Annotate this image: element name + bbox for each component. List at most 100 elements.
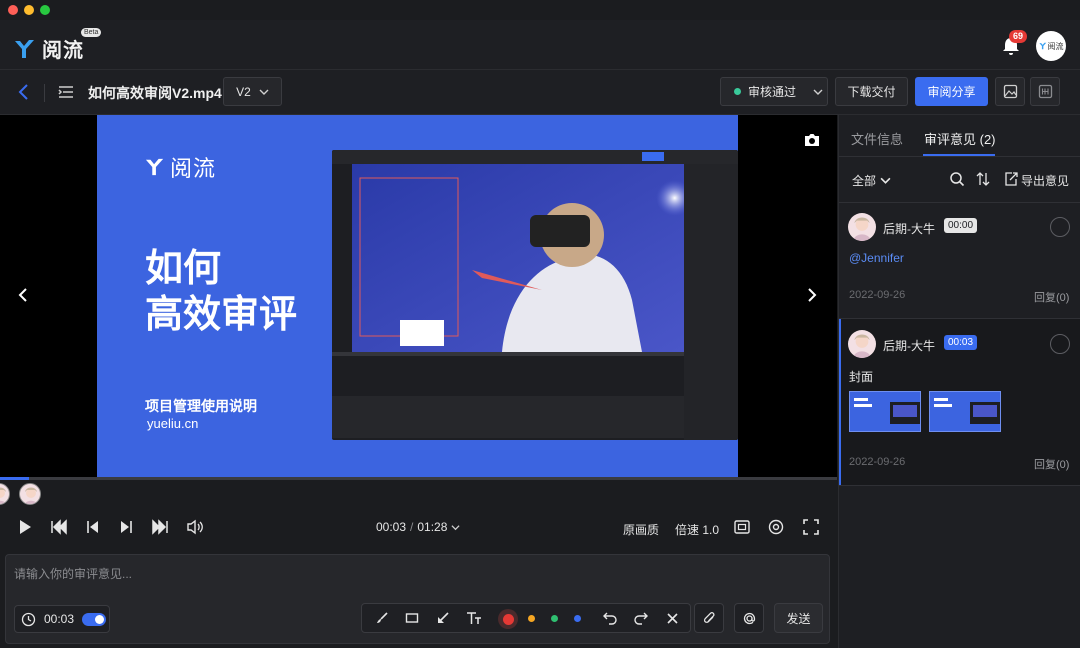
redo-icon	[634, 612, 648, 625]
chevron-down-icon	[451, 524, 460, 530]
next-frame-icon[interactable]	[117, 518, 135, 536]
review-share-button[interactable]: 审阅分享	[915, 77, 988, 106]
undo-button[interactable]	[602, 610, 618, 626]
chevron-down-icon	[259, 89, 269, 95]
camera-icon[interactable]	[803, 131, 821, 149]
rectangle-icon	[405, 613, 419, 623]
comment-timestamp[interactable]: 00:03	[944, 335, 978, 350]
review-side-panel: 文件信息 审评意见 (2) 全部 导出意见 后期-大牛 00:00 @Jenni…	[838, 115, 1080, 648]
paperclip-icon	[703, 611, 715, 623]
redo-button[interactable]	[633, 610, 649, 626]
quality-selector[interactable]: 原画质	[623, 521, 659, 538]
watermark-button[interactable]	[1030, 77, 1060, 106]
version-label: V2	[236, 84, 251, 99]
fullscreen-icon[interactable]	[802, 518, 820, 536]
color-picker-green[interactable]	[551, 615, 558, 622]
toolbar-divider	[44, 84, 45, 102]
back-arrow-icon[interactable]	[14, 82, 34, 102]
status-dot	[734, 88, 741, 95]
comment-card[interactable]: 后期-大牛 00:00 @Jennifer 2022-09-26 回复(0)	[839, 203, 1080, 318]
clock-icon	[21, 612, 36, 626]
status-label: 审核通过	[748, 85, 797, 99]
comment-filter-dropdown[interactable]: 全部	[852, 172, 891, 189]
tab-review-comments[interactable]: 审评意见 (2)	[924, 129, 996, 148]
reply-button[interactable]: 回复(0)	[1034, 289, 1069, 305]
user-avatar[interactable]: 阅流	[1036, 31, 1066, 61]
previous-frame-icon[interactable]	[84, 518, 102, 536]
send-button[interactable]: 发送	[774, 603, 823, 633]
comment-marker-avatar[interactable]	[0, 483, 10, 505]
window-controls	[8, 5, 50, 15]
previous-arrow-icon[interactable]	[15, 287, 31, 303]
comment-input-placeholder[interactable]: 请输入你的审评意见...	[14, 565, 132, 582]
color-picker-orange[interactable]	[528, 615, 535, 622]
file-toolbar: 如何高效审阅V2.mp4 V2 审核通过 下载交付 审阅分享	[0, 70, 1080, 115]
color-picker-blue[interactable]	[574, 615, 581, 622]
rectangle-tool[interactable]	[404, 610, 420, 626]
close-window-button[interactable]	[8, 5, 18, 15]
slide-logo: 阅流	[145, 151, 216, 183]
logo-icon	[15, 39, 34, 58]
slide-title-line2: 高效审评	[145, 292, 298, 336]
export-icon[interactable]	[1003, 171, 1019, 187]
arrow-tool[interactable]	[435, 610, 451, 626]
safe-frame-icon[interactable]	[733, 518, 751, 536]
skip-to-end-icon[interactable]	[151, 518, 169, 536]
export-comments-button[interactable]: 导出意见	[1021, 172, 1069, 189]
time-separator: /	[410, 520, 414, 534]
time-display[interactable]: 00:03 / 01:28	[376, 520, 460, 534]
maximize-window-button[interactable]	[40, 5, 50, 15]
video-viewer[interactable]: 阅流 如何 高效审评 项目管理使用说明 yueliu.cn	[0, 115, 837, 477]
comment-card[interactable]: 后期-大牛 00:03 封面 2022-09-26 回复(0)	[839, 319, 1080, 485]
app-screenshot-illustration	[332, 150, 738, 440]
comment-date: 2022-09-26	[849, 456, 906, 468]
download-deliver-button[interactable]: 下载交付	[835, 77, 908, 106]
comment-marker-avatar[interactable]	[19, 483, 41, 505]
clear-annotations-button[interactable]	[664, 610, 680, 626]
play-icon[interactable]	[16, 518, 34, 536]
settings-icon[interactable]	[767, 518, 785, 536]
logo-icon	[1038, 42, 1046, 50]
skip-to-start-icon[interactable]	[50, 518, 68, 536]
minimize-window-button[interactable]	[24, 5, 34, 15]
comment-text: @Jennifer	[849, 251, 904, 265]
resolve-checkbox[interactable]	[1050, 217, 1070, 237]
image-button[interactable]	[995, 77, 1025, 106]
brush-icon	[377, 612, 388, 623]
volume-icon[interactable]	[186, 518, 204, 536]
attachment-thumbnail[interactable]	[929, 391, 1001, 432]
search-icon[interactable]	[949, 171, 965, 187]
attachment-thumbnail[interactable]	[849, 391, 921, 432]
next-arrow-icon[interactable]	[804, 287, 820, 303]
timestamp-value: 00:03	[44, 612, 75, 626]
file-list-icon[interactable]	[57, 83, 75, 101]
app-logo[interactable]: 阅流	[14, 34, 84, 63]
speed-selector[interactable]: 倍速 1.0	[675, 521, 719, 538]
logo-icon	[145, 158, 164, 176]
tab-file-info[interactable]: 文件信息	[851, 129, 903, 148]
video-frame: 阅流 如何 高效审评 项目管理使用说明 yueliu.cn	[97, 115, 738, 477]
review-status-dropdown[interactable]: 审核通过	[720, 77, 828, 106]
slide-title-line1: 如何	[145, 246, 222, 290]
comment-marker-track	[0, 480, 837, 508]
reply-button[interactable]: 回复(0)	[1034, 456, 1069, 472]
timestamp-toggle[interactable]: 00:03	[14, 605, 110, 633]
attachment-button[interactable]	[694, 603, 724, 633]
comment-timestamp[interactable]: 00:00	[944, 218, 978, 233]
version-dropdown[interactable]: V2	[223, 77, 282, 106]
comment-input-box[interactable]: 请输入你的审评意见... 00:03 发送	[5, 554, 830, 644]
brush-tool[interactable]	[374, 610, 390, 626]
beta-badge: Beta	[81, 28, 102, 37]
mention-button[interactable]	[734, 603, 764, 633]
timestamp-switch[interactable]	[82, 612, 107, 626]
color-picker-red[interactable]	[498, 609, 518, 629]
slide-logo-text: 阅流	[170, 157, 217, 182]
chevron-down-icon	[813, 89, 823, 95]
total-time: 01:28	[417, 520, 448, 534]
playback-controls: 00:03 / 01:28 原画质 倍速 1.0	[0, 508, 837, 548]
resolve-checkbox[interactable]	[1050, 334, 1070, 354]
text-tool[interactable]	[466, 610, 482, 626]
text-icon	[467, 612, 481, 624]
active-tab-indicator	[923, 154, 995, 156]
sort-icon[interactable]	[975, 171, 991, 187]
